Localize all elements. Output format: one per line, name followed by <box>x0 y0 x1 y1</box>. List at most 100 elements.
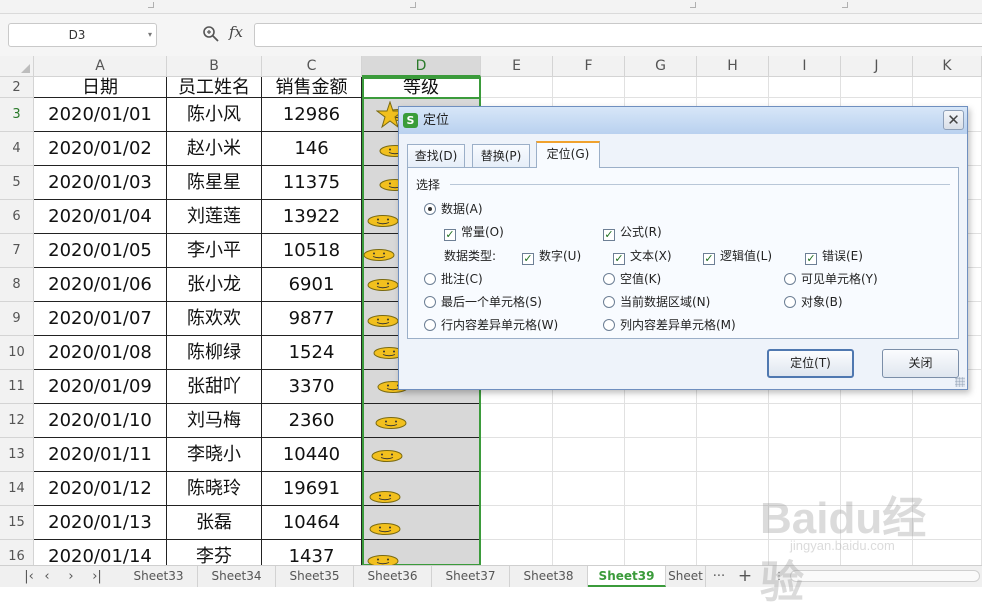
sheet-tab[interactable]: Sheet <box>666 566 706 587</box>
row-header[interactable]: 12 <box>0 404 34 438</box>
smiley-icon[interactable] <box>368 490 402 504</box>
table-cell[interactable]: 2360 <box>262 404 362 438</box>
resize-grip[interactable] <box>955 377 965 387</box>
sheet-tab[interactable]: Sheet39 <box>588 566 666 587</box>
table-cell[interactable]: 陈欢欢 <box>167 302 262 336</box>
table-header-cell[interactable] <box>913 77 982 98</box>
table-cell[interactable] <box>913 506 982 540</box>
sheet-tab[interactable]: Sheet35 <box>276 566 354 587</box>
checkbox-text[interactable]: ✓ 文本(X) <box>613 247 672 265</box>
table-header-cell[interactable] <box>553 77 625 98</box>
column-header-c[interactable]: C <box>262 56 362 77</box>
table-cell[interactable]: 赵小米 <box>167 132 262 166</box>
table-cell[interactable] <box>625 472 697 506</box>
table-header-cell[interactable]: 销售金额 <box>262 77 362 98</box>
row-header[interactable]: 6 <box>0 200 34 234</box>
table-cell[interactable] <box>841 540 913 565</box>
radio-visible-cells[interactable]: 可见单元格(Y) <box>784 270 878 287</box>
row-header[interactable]: 7 <box>0 234 34 268</box>
column-header-d[interactable]: D <box>362 56 481 77</box>
sheet-tab[interactable]: Sheet37 <box>432 566 510 587</box>
row-header[interactable]: 2 <box>0 77 34 98</box>
table-header-cell[interactable]: 员工姓名 <box>167 77 262 98</box>
table-cell[interactable] <box>841 438 913 472</box>
table-cell[interactable]: 10464 <box>262 506 362 540</box>
table-cell[interactable] <box>553 438 625 472</box>
smiley-icon[interactable] <box>368 522 402 536</box>
checkbox-formulas[interactable]: ✓ 公式(R) <box>603 223 662 241</box>
table-cell[interactable] <box>481 438 553 472</box>
tab-goto[interactable]: 定位(G) <box>536 141 600 168</box>
column-header-i[interactable]: I <box>769 56 841 77</box>
select-all-corner[interactable] <box>0 56 34 77</box>
last-sheet-icon[interactable]: ›| <box>86 566 108 587</box>
table-cell[interactable]: 11375 <box>262 166 362 200</box>
table-cell[interactable]: 10518 <box>262 234 362 268</box>
table-cell[interactable]: 12986 <box>262 98 362 132</box>
table-cell[interactable]: 2020/01/11 <box>34 438 167 472</box>
table-cell[interactable]: 1524 <box>262 336 362 370</box>
checkbox-numbers[interactable]: ✓ 数字(U) <box>522 247 581 265</box>
horizontal-scrollbar[interactable] <box>790 570 980 582</box>
table-cell[interactable] <box>697 472 769 506</box>
column-header-g[interactable]: G <box>625 56 697 77</box>
smiley-icon[interactable] <box>374 416 408 430</box>
table-cell[interactable]: 2020/01/14 <box>34 540 167 565</box>
table-cell[interactable]: 2020/01/01 <box>34 98 167 132</box>
column-header-b[interactable]: B <box>167 56 262 77</box>
tab-find[interactable]: 查找(D) <box>407 144 465 167</box>
column-header-e[interactable]: E <box>481 56 553 77</box>
table-cell[interactable]: 146 <box>262 132 362 166</box>
table-header-cell[interactable] <box>841 77 913 98</box>
table-cell[interactable] <box>769 540 841 565</box>
table-cell[interactable] <box>841 472 913 506</box>
table-cell[interactable]: 2020/01/12 <box>34 472 167 506</box>
name-box[interactable]: D3 ▾ <box>8 23 157 47</box>
table-cell[interactable] <box>553 472 625 506</box>
chevron-down-icon[interactable]: ▾ <box>148 24 152 46</box>
table-cell[interactable]: 19691 <box>262 472 362 506</box>
table-cell[interactable] <box>913 472 982 506</box>
table-cell[interactable]: 9877 <box>262 302 362 336</box>
table-cell[interactable]: 李小平 <box>167 234 262 268</box>
table-cell[interactable]: 6901 <box>262 268 362 302</box>
zoom-icon[interactable] <box>202 25 220 43</box>
checkbox-constants[interactable]: ✓ 常量(O) <box>444 223 504 241</box>
radio-comments[interactable]: 批注(C) <box>424 270 483 287</box>
table-cell[interactable] <box>553 404 625 438</box>
row-header[interactable]: 11 <box>0 370 34 404</box>
add-sheet-button[interactable]: + <box>734 566 756 587</box>
smiley-icon[interactable] <box>370 449 404 463</box>
table-cell[interactable]: 张小龙 <box>167 268 262 302</box>
table-cell[interactable] <box>697 404 769 438</box>
table-cell[interactable]: 2020/01/04 <box>34 200 167 234</box>
table-cell[interactable]: 2020/01/07 <box>34 302 167 336</box>
radio-objects[interactable]: 对象(B) <box>784 293 843 310</box>
table-cell[interactable] <box>625 438 697 472</box>
row-header[interactable]: 10 <box>0 336 34 370</box>
checkbox-logical[interactable]: ✓ 逻辑值(L) <box>703 247 772 265</box>
table-cell[interactable] <box>841 404 913 438</box>
row-header[interactable]: 4 <box>0 132 34 166</box>
radio-column-differences[interactable]: 列内容差异单元格(M) <box>603 316 736 333</box>
radio-current-region[interactable]: 当前数据区域(N) <box>603 293 710 310</box>
table-cell[interactable]: 李芬 <box>167 540 262 565</box>
table-cell[interactable] <box>553 540 625 565</box>
table-cell[interactable] <box>841 506 913 540</box>
smiley-icon[interactable] <box>366 554 400 565</box>
fx-icon[interactable]: fx <box>229 23 243 41</box>
radio-blanks[interactable]: 空值(K) <box>603 270 661 287</box>
table-cell[interactable] <box>913 404 982 438</box>
table-header-cell[interactable] <box>697 77 769 98</box>
more-sheets-icon[interactable]: ··· <box>707 566 731 587</box>
smiley-icon[interactable] <box>366 278 400 292</box>
table-header-cell[interactable]: 日期 <box>34 77 167 98</box>
row-header[interactable]: 5 <box>0 166 34 200</box>
table-cell[interactable]: 2020/01/09 <box>34 370 167 404</box>
row-header[interactable]: 14 <box>0 472 34 506</box>
table-cell[interactable]: 张磊 <box>167 506 262 540</box>
table-cell[interactable]: 2020/01/08 <box>34 336 167 370</box>
table-cell[interactable] <box>481 540 553 565</box>
table-cell[interactable] <box>625 540 697 565</box>
table-cell[interactable] <box>913 438 982 472</box>
